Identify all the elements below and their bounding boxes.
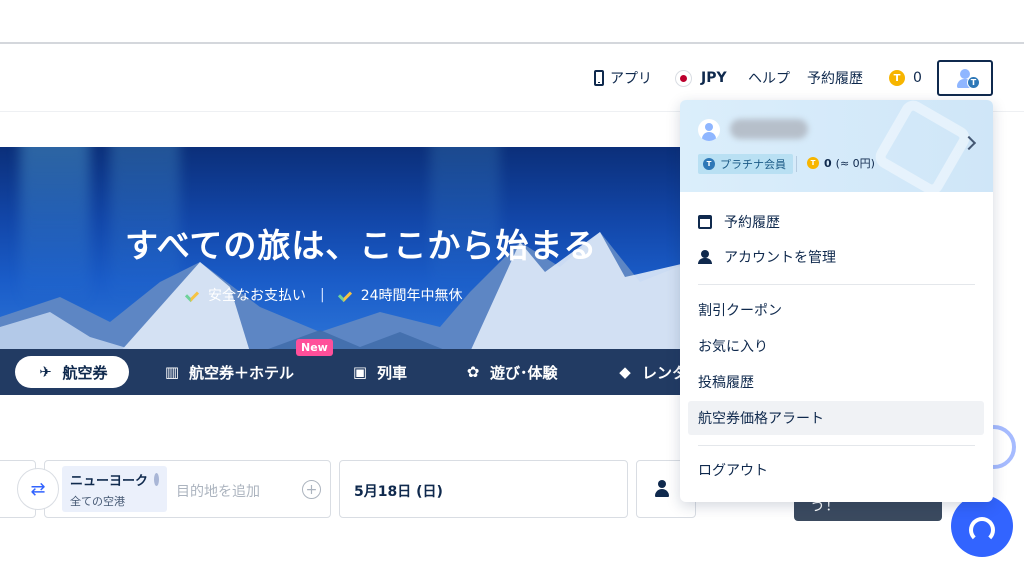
member-tier-badge[interactable]: T プラチナ会員 — [698, 154, 793, 174]
currency-label: JPY — [701, 70, 727, 86]
trip-coin-icon: T — [889, 70, 905, 86]
help-link[interactable]: ヘルプ — [748, 66, 790, 90]
booking-history-link[interactable]: 予約履歴 — [807, 66, 863, 90]
currency-selector[interactable]: JPY — [675, 66, 727, 90]
account-dropdown-menu: T プラチナ会員 T 0 (≈ 0円) 予約履歴 アカウントを管理 割引クーポン… — [680, 100, 993, 502]
feature-secure-payment: 安全なお支払い — [208, 288, 306, 304]
menu-divider — [698, 284, 975, 285]
user-icon — [698, 250, 712, 264]
tab-car-rental[interactable]: ◆ レンタ — [616, 356, 687, 388]
points-equivalent: (≈ 0円) — [835, 157, 875, 170]
trip-coins-link[interactable]: T 0 — [889, 66, 922, 90]
menu-item-favorites[interactable]: お気に入り — [688, 329, 984, 363]
user-avatar — [698, 119, 720, 141]
add-destination-plus-icon[interactable]: + — [302, 480, 321, 499]
menu-item-label: アカウントを管理 — [724, 250, 836, 266]
menu-item-logout[interactable]: ログアウト — [688, 453, 984, 487]
calendar-icon — [698, 215, 712, 229]
hero-features: 安全なお支払い | 24時間年中無休 — [186, 285, 463, 305]
tab-label: 航空券＋ホテル — [189, 363, 295, 382]
hotel-icon: ▥ — [164, 363, 180, 381]
coin-count: 0 — [913, 70, 922, 86]
phone-icon — [594, 70, 604, 86]
tab-flight-hotel[interactable]: ▥ 航空券＋ホテル — [163, 356, 294, 388]
destination-chip[interactable]: ニューヨーク 全ての空港 — [62, 466, 167, 512]
tab-flights[interactable]: ✈ 航空券 — [15, 356, 129, 388]
trip-coins-balance[interactable]: T 0 (≈ 0円) — [807, 155, 875, 171]
menu-item-coupons[interactable]: 割引クーポン — [688, 293, 984, 327]
customer-support-button[interactable] — [951, 495, 1013, 557]
check-icon — [186, 288, 200, 302]
swap-route-button[interactable]: ⇄ — [17, 468, 59, 510]
app-label: アプリ — [610, 71, 652, 87]
points-value: 0 — [824, 156, 832, 170]
account-summary[interactable]: T プラチナ会員 T 0 (≈ 0円) — [680, 100, 993, 199]
plane-icon: ✈ — [39, 363, 52, 381]
swap-icon: ⇄ — [30, 478, 46, 500]
summary-divider — [796, 156, 797, 172]
train-icon: ▣ — [352, 363, 368, 381]
add-destination-input[interactable]: 目的地を追加 — [176, 481, 260, 501]
activity-icon: ✿ — [466, 363, 480, 381]
feature-24h-support: 24時間年中無休 — [360, 288, 463, 304]
menu-item-label: 予約履歴 — [724, 215, 780, 231]
platinum-tier-icon: T — [967, 76, 980, 89]
new-badge: New — [296, 339, 333, 356]
tab-trains[interactable]: ▣ 列車 — [351, 356, 407, 388]
menu-divider — [698, 445, 975, 446]
hero-title: すべての旅は、ここから始まる — [125, 226, 598, 265]
japan-flag-icon — [675, 69, 692, 87]
tier-icon: T — [703, 158, 715, 170]
app-download-link[interactable]: アプリ — [594, 66, 652, 90]
departure-date: 5月18日 (日) — [354, 484, 443, 500]
tab-label: 列車 — [377, 363, 408, 382]
account-avatar-button[interactable] — [937, 60, 993, 96]
category-tab-bar: ✈ 航空券 ▥ 航空券＋ホテル ▣ 列車 ✿ 遊び･体験 ◆ レンタ — [0, 349, 690, 395]
destination-airports: 全ての空港 — [70, 495, 125, 508]
member-tier-label: プラチナ会員 — [720, 158, 786, 171]
headset-icon — [969, 517, 995, 543]
tab-activities[interactable]: ✿ 遊び･体験 — [464, 356, 558, 388]
destination-name: ニューヨーク — [70, 474, 149, 489]
hero-banner: すべての旅は、ここから始まる 安全なお支払い | 24時間年中無休 — [0, 147, 690, 352]
trip-logo-watermark — [871, 100, 974, 199]
check-icon — [339, 288, 353, 302]
username-blurred — [730, 119, 808, 139]
menu-item-manage-account[interactable]: アカウントを管理 — [688, 240, 984, 274]
passenger-icon — [655, 480, 669, 498]
feature-separator: | — [320, 287, 325, 303]
tab-label: 航空券 — [62, 363, 108, 382]
remove-destination-icon[interactable] — [154, 473, 159, 486]
menu-item-reviews[interactable]: 投稿履歴 — [688, 365, 984, 399]
car-icon: ◆ — [619, 363, 631, 381]
menu-item-bookings[interactable]: 予約履歴 — [688, 205, 984, 239]
menu-item-price-alerts[interactable]: 航空券価格アラート — [688, 401, 984, 435]
trip-coin-icon: T — [807, 157, 819, 169]
tab-label: 遊び･体験 — [490, 363, 558, 382]
